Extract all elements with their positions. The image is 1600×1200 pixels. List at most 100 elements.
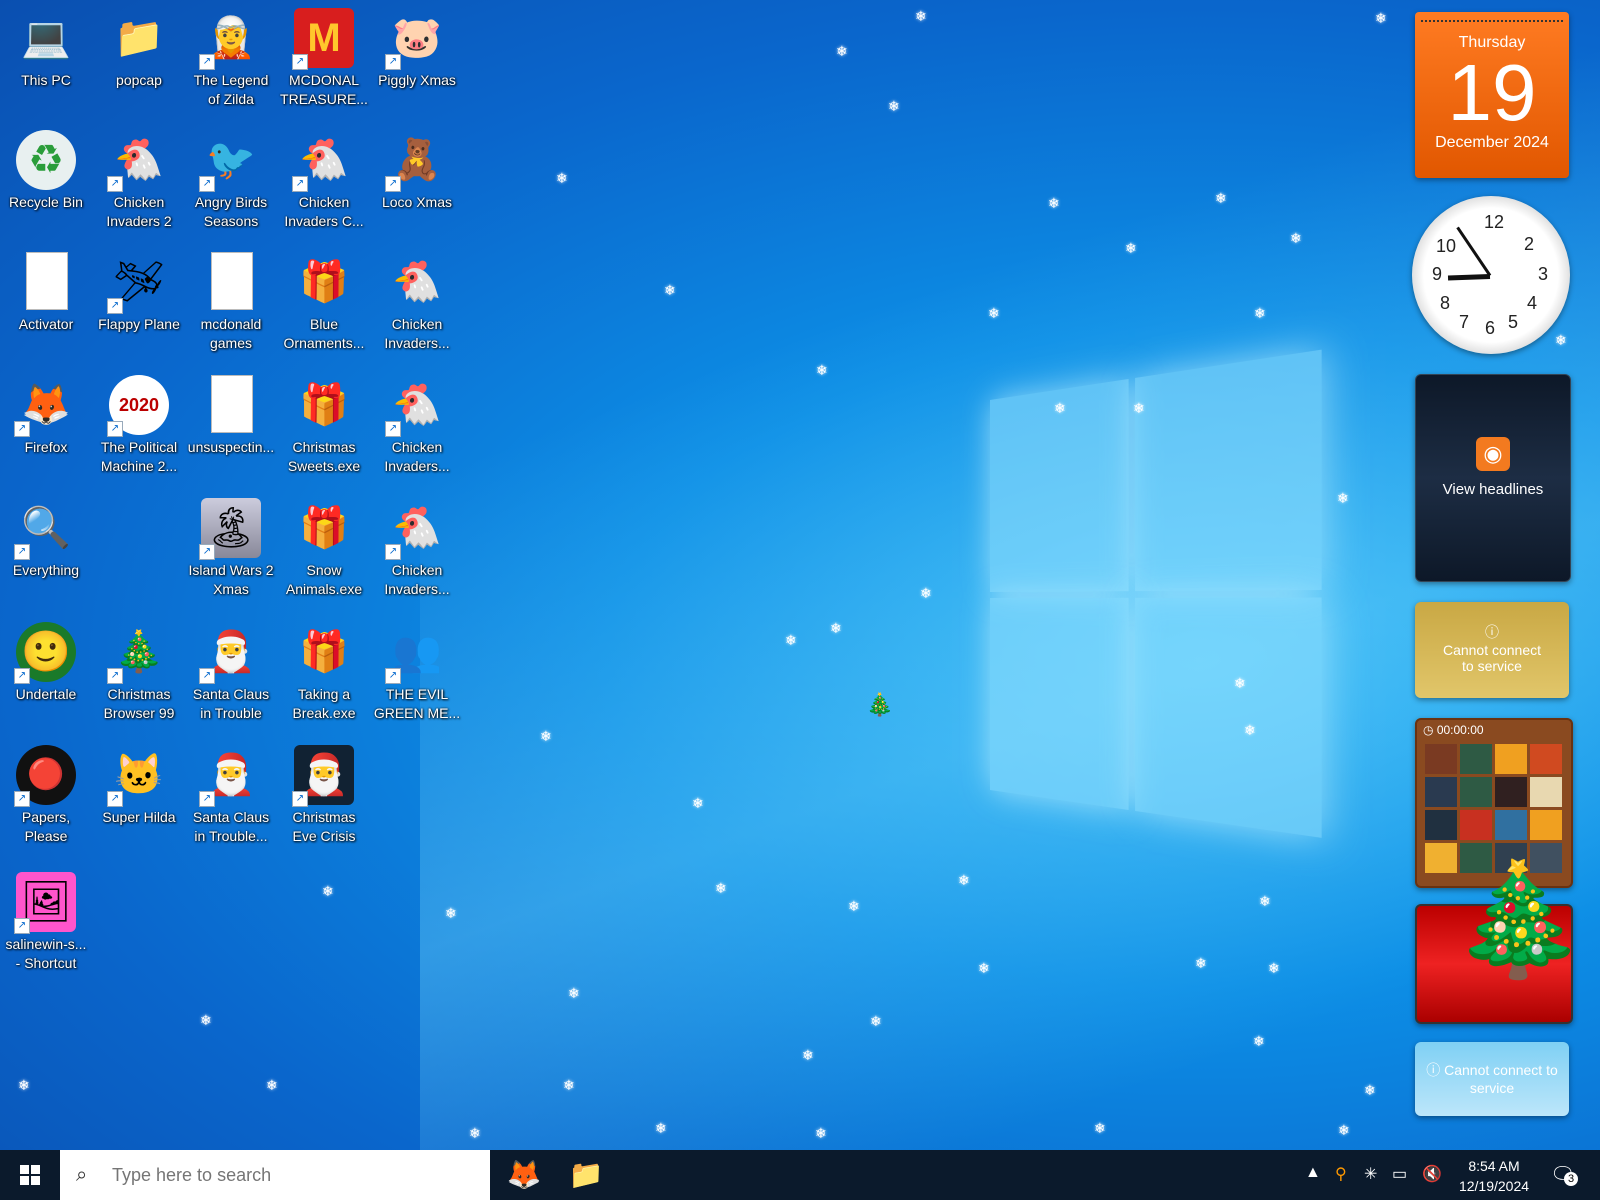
snowflake-icon: ❄ bbox=[888, 98, 900, 114]
desktop-icon-piggly-xmas[interactable]: 🐷 ↗ Piggly Xmas bbox=[373, 8, 461, 128]
shortcut-arrow-icon: ↗ bbox=[107, 421, 123, 437]
desktop-icon-snow-animals[interactable]: 🎁 Snow Animals.exe bbox=[280, 498, 368, 618]
view-headlines-link[interactable]: View headlines bbox=[1416, 481, 1570, 498]
calendar-month-year: December 2024 bbox=[1435, 134, 1549, 151]
desktop-icon-chicken-invaders-5[interactable]: 🐔 ↗ Chicken Invaders... bbox=[373, 498, 461, 618]
desktop-icon-chicken-invaders-c[interactable]: 🐔 ↗ Chicken Invaders C... bbox=[280, 130, 368, 250]
snowflake-icon: ❄ bbox=[1338, 1122, 1350, 1138]
desktop-icon-legend-of-zilda[interactable]: 🧝 ↗ The Legend of Zilda bbox=[187, 8, 275, 128]
snowflake-icon: ❄ bbox=[322, 883, 334, 899]
puzzle-timer: 00:00:00 bbox=[1436, 723, 1484, 737]
tray-app-icon[interactable]: ▲ bbox=[1305, 1164, 1321, 1182]
desktop-icon-island-wars-2-xmas[interactable]: 🏝 ↗ Island Wars 2 Xmas bbox=[187, 498, 275, 618]
snowflake-icon: ❄ bbox=[200, 1012, 212, 1028]
desktop-icon-undertale[interactable]: 🙂 ↗ Undertale bbox=[2, 622, 90, 742]
tray-brightness-icon[interactable]: ✳ bbox=[1364, 1164, 1377, 1184]
desktop-icon-chicken-invaders-2[interactable]: 🐔 ↗ Chicken Invaders 2 bbox=[95, 130, 183, 250]
desktop-icon-evil-green-me[interactable]: 👥 ↗ THE EVIL GREEN ME... bbox=[373, 622, 461, 742]
notifications-button[interactable]: 🗨 3 bbox=[1550, 1162, 1578, 1187]
desktop-icon-recycle-bin[interactable]: ♻ Recycle Bin bbox=[2, 130, 90, 250]
snowflake-icon: ❄ bbox=[1375, 10, 1387, 26]
christmas-tree-icon: 🎄 bbox=[1450, 858, 1587, 981]
taskbar-firefox-button[interactable]: 🦊 bbox=[500, 1155, 548, 1195]
snowflake-icon: ❄ bbox=[978, 960, 990, 976]
taskbar-clock[interactable]: 8:54 AM 12/19/2024 bbox=[1458, 1156, 1530, 1196]
start-button[interactable] bbox=[0, 1150, 60, 1200]
desktop-icon-christmas-sweets[interactable]: 🎁 Christmas Sweets.exe bbox=[280, 375, 368, 495]
clock-gadget[interactable]: 12 2 3 4 5 6 7 8 9 10 bbox=[1412, 196, 1570, 354]
desktop-icon-super-hilda[interactable]: 🐱 ↗ Super Hilda bbox=[95, 745, 183, 865]
snowflake-icon: ❄ bbox=[870, 1013, 882, 1029]
desktop-icon-flappy-plane[interactable]: 🛩 ↗ Flappy Plane bbox=[95, 252, 183, 372]
desktop-icon-everything[interactable]: 🔍 ↗ Everything bbox=[2, 498, 90, 618]
desktop-icon-activator[interactable]: Activator bbox=[2, 252, 90, 372]
snowflake-icon: ❄ bbox=[556, 170, 568, 186]
desktop-icon-mcdonal-treasure[interactable]: M ↗ MCDONAL TREASURE... bbox=[280, 8, 368, 128]
gift-icon: 🎁 bbox=[299, 506, 349, 550]
feed-headlines-gadget[interactable]: ◉ View headlines bbox=[1415, 374, 1571, 582]
desktop-icon-loco-xmas[interactable]: 🧸 ↗ Loco Xmas bbox=[373, 130, 461, 250]
shortcut-arrow-icon: ↗ bbox=[107, 791, 123, 807]
shortcut-arrow-icon: ↗ bbox=[199, 176, 215, 192]
desktop-icon-santa-claus-in-trouble[interactable]: 🎅 ↗ Santa Claus in Trouble bbox=[187, 622, 275, 742]
desktop-icon-firefox[interactable]: 🦊 ↗ Firefox bbox=[2, 375, 90, 495]
shortcut-arrow-icon: ↗ bbox=[199, 544, 215, 560]
shortcut-arrow-icon: ↗ bbox=[292, 54, 308, 70]
desktop-icon-santa-claus-in-trouble-2[interactable]: 🎅 ↗ Santa Claus in Trouble... bbox=[187, 745, 275, 865]
clock-minute-hand bbox=[1456, 226, 1492, 277]
currency-gadget[interactable]: ⓘ Cannot connect to service bbox=[1415, 602, 1569, 698]
desktop-icon-blue-ornaments[interactable]: 🎁 Blue Ornaments... bbox=[280, 252, 368, 372]
desktop-icon-angry-birds-seasons[interactable]: 🐦 ↗ Angry Birds Seasons bbox=[187, 130, 275, 250]
taskbar-file-explorer-button[interactable]: 📁 bbox=[562, 1155, 610, 1195]
folder-icon: 📁 bbox=[568, 1159, 604, 1190]
desktop-icon-papers-please[interactable]: 🔴 ↗ Papers, Please bbox=[2, 745, 90, 865]
snowflake-icon: ❄ bbox=[445, 905, 457, 921]
puzzle-grid[interactable] bbox=[1425, 744, 1563, 873]
shortcut-arrow-icon: ↗ bbox=[385, 176, 401, 192]
desktop-icon-salinewin-shortcut[interactable]: 🖼 ↗ salinewin-s... - Shortcut bbox=[2, 872, 90, 992]
snowflake-icon: ❄ bbox=[568, 985, 580, 1001]
snowflake-icon: ❄ bbox=[815, 1125, 827, 1141]
windows-icon bbox=[20, 1165, 40, 1185]
snowflake-icon: ❄ bbox=[692, 795, 704, 811]
clock-hour-hand bbox=[1447, 274, 1491, 281]
snowflake-icon: ❄ bbox=[664, 282, 676, 298]
tray-everything-icon[interactable]: ⚲ bbox=[1335, 1164, 1347, 1184]
desktop-icon-christmas-browser-99[interactable]: 🎄 ↗ Christmas Browser 99 bbox=[95, 622, 183, 742]
desktop-icon-unsuspecting[interactable]: unsuspectin... bbox=[187, 375, 275, 495]
snowflake-icon: ❄ bbox=[958, 872, 970, 888]
chicken-icon: 🐔 bbox=[392, 260, 442, 304]
snowflake-icon: ❄ bbox=[1048, 195, 1060, 211]
taskbar: ⌕ 🦊 📁 ▲ ⚲ ✳ ▭ 🔇 8:54 AM 12/19/2024 🗨 3 bbox=[0, 1150, 1600, 1200]
desktop-icon-taking-a-break[interactable]: 🎁 Taking a Break.exe bbox=[280, 622, 368, 742]
desktop-icon-mcdonald-games[interactable]: mcdonald games bbox=[187, 252, 275, 372]
taskbar-date: 12/19/2024 bbox=[1458, 1178, 1530, 1194]
snowflake-icon: ❄ bbox=[1054, 400, 1066, 416]
shortcut-arrow-icon: ↗ bbox=[385, 544, 401, 560]
shortcut-arrow-icon: ↗ bbox=[14, 668, 30, 684]
calendar-day: 19 bbox=[1447, 48, 1537, 137]
shortcut-arrow-icon: ↗ bbox=[385, 668, 401, 684]
desktop-icon-chicken-invaders-3[interactable]: 🐔 Chicken Invaders... bbox=[373, 252, 461, 372]
rss-icon: ◉ bbox=[1476, 437, 1510, 471]
calendar-rings bbox=[1421, 12, 1563, 22]
desktop: 💻 This PC 📁 popcap 🧝 ↗ The Legend of Zilda M… bbox=[0, 0, 1600, 1150]
desktop-icon-chicken-invaders-4[interactable]: 🐔 ↗ Chicken Invaders... bbox=[373, 375, 461, 495]
shortcut-arrow-icon: ↗ bbox=[107, 668, 123, 684]
desktop-icon-popcap[interactable]: 📁 popcap bbox=[95, 8, 183, 128]
shortcut-arrow-icon: ↗ bbox=[14, 421, 30, 437]
political-machine-icon: 2020 bbox=[118, 395, 160, 415]
search-input[interactable] bbox=[110, 1163, 474, 1187]
network-icon[interactable]: ▭ bbox=[1392, 1164, 1407, 1184]
desktop-icon-political-machine[interactable]: 2020 ↗ The Political Machine 2... bbox=[95, 375, 183, 495]
mcdonalds-icon: M bbox=[307, 16, 341, 60]
taskbar-search-box[interactable]: ⌕ bbox=[60, 1150, 490, 1200]
volume-muted-icon[interactable]: 🔇 bbox=[1422, 1164, 1442, 1184]
desktop-icon-christmas-eve-crisis[interactable]: 🎅 ↗ Christmas Eve Crisis bbox=[280, 745, 368, 865]
snowflake-icon: ❄ bbox=[1133, 400, 1145, 416]
info-icon: ⓘ bbox=[1485, 624, 1499, 640]
desktop-icon-this-pc[interactable]: 💻 This PC bbox=[2, 8, 90, 128]
calendar-gadget[interactable]: Thursday 19 December 2024 bbox=[1415, 12, 1569, 178]
weather-gadget[interactable]: ⓘ Cannot connect to service bbox=[1415, 1042, 1569, 1116]
snowflake-icon: ❄ bbox=[715, 880, 727, 896]
